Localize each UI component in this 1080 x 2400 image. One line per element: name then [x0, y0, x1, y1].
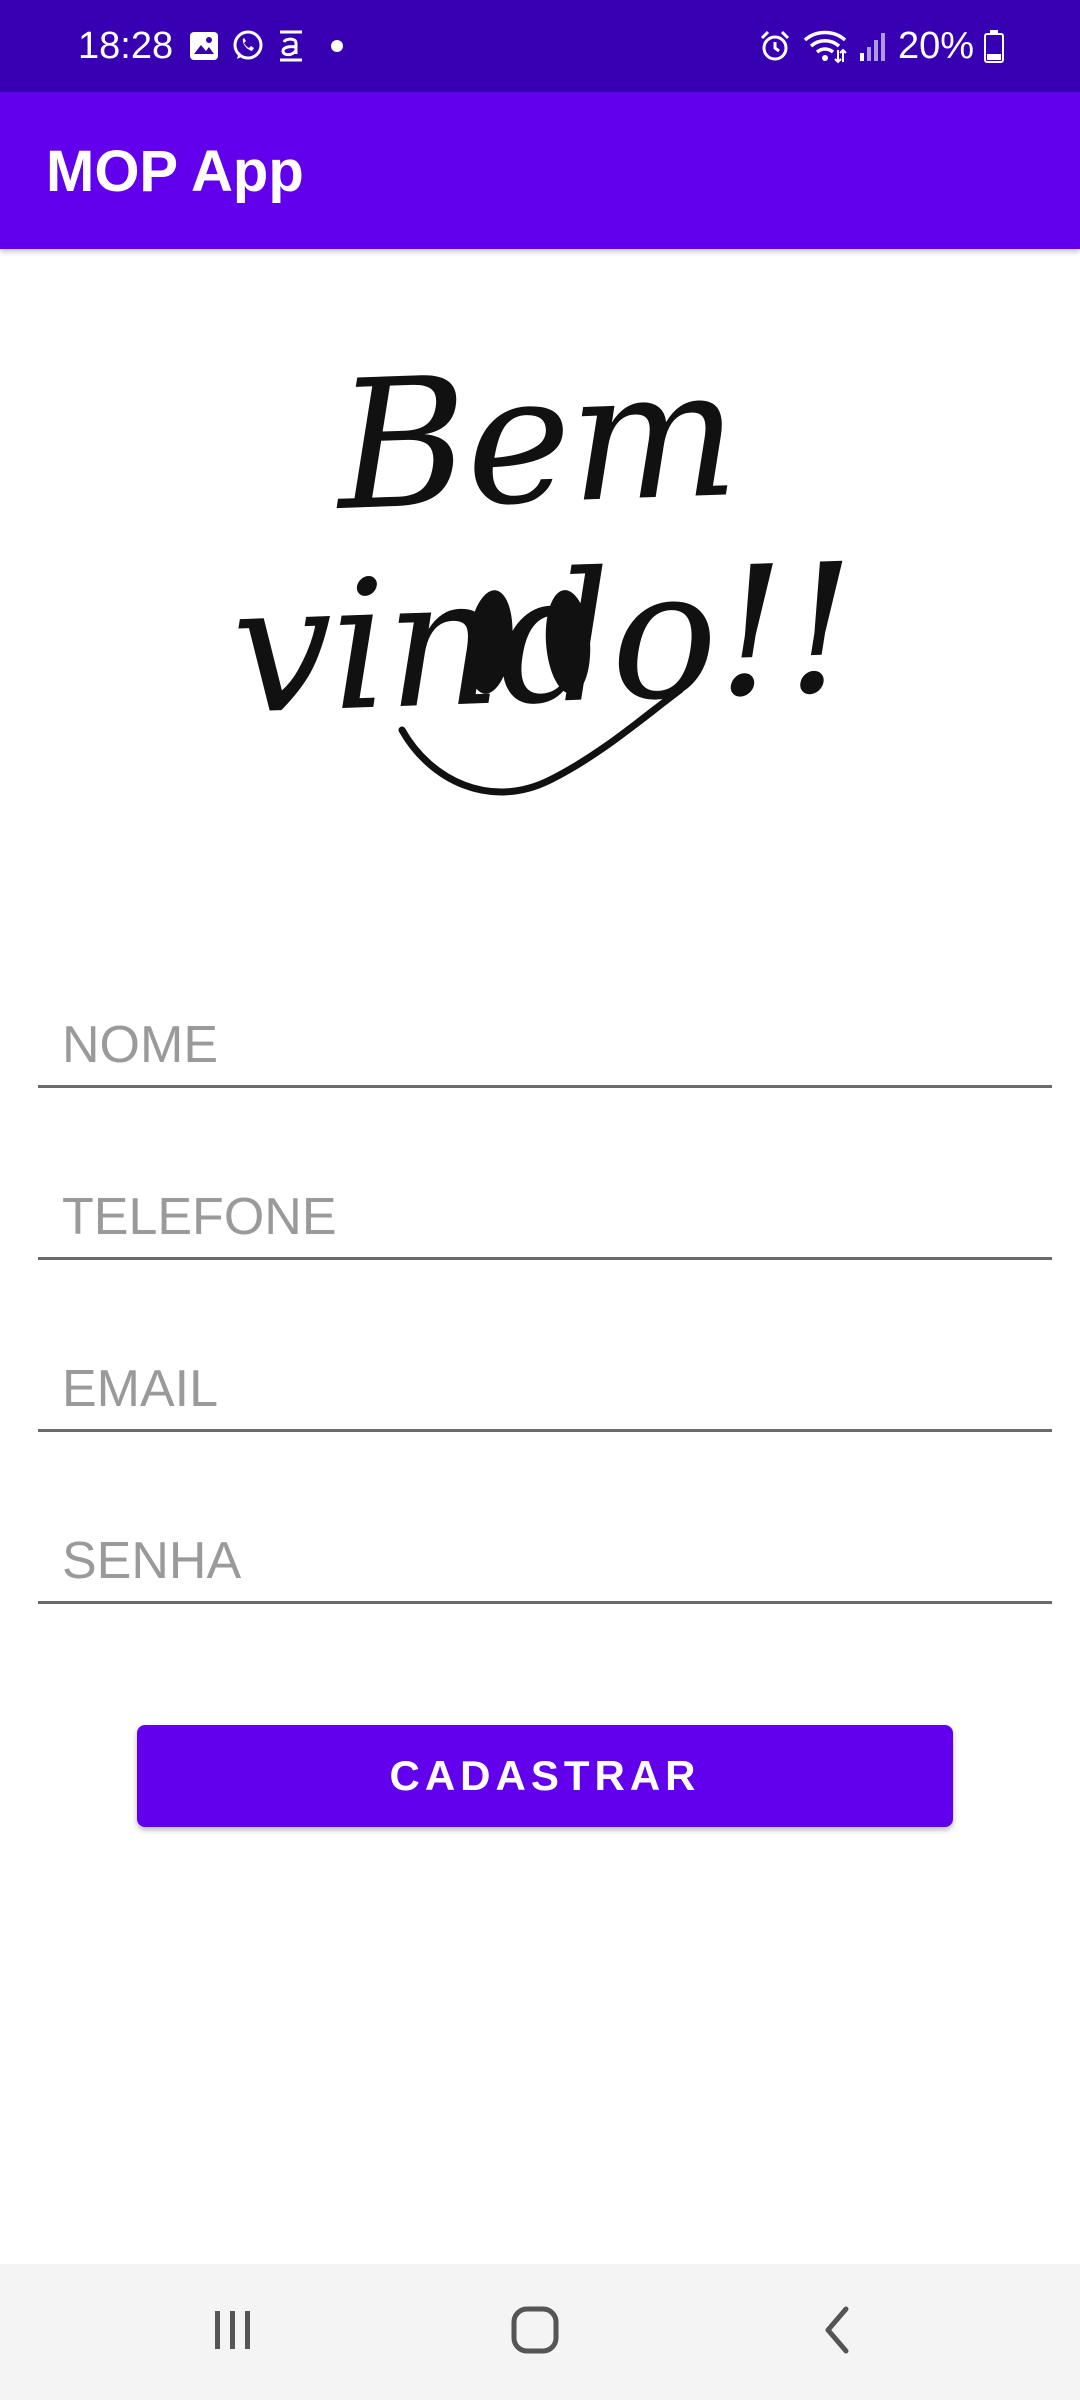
navigation-bar [0, 2264, 1080, 2400]
recent-apps-button[interactable] [183, 2292, 283, 2372]
app-title: MOP App [46, 139, 304, 204]
telefone-input[interactable] [38, 1177, 1052, 1257]
battery-icon [984, 29, 1004, 63]
email-input[interactable] [38, 1349, 1052, 1429]
notification-icons [188, 24, 344, 68]
gallery-icon [188, 30, 220, 62]
home-icon [509, 2304, 561, 2361]
cadastrar-button[interactable]: CADASTRAR [137, 1725, 953, 1827]
back-button[interactable] [788, 2292, 888, 2372]
status-time: 18:28 [78, 25, 174, 67]
whatsapp-icon [230, 28, 266, 64]
signal-icon [858, 29, 888, 63]
wifi-icon [802, 28, 848, 64]
email-field[interactable] [38, 1349, 1052, 1432]
app-bar: MOP App [0, 92, 1080, 249]
nome-input[interactable] [38, 1005, 1052, 1085]
home-button[interactable] [485, 2292, 585, 2372]
recent-apps-icon [209, 2307, 257, 2358]
back-icon [818, 2304, 858, 2361]
welcome-image: Bem vindo!! [100, 329, 980, 820]
senha-input[interactable] [38, 1521, 1052, 1601]
dot-icon [330, 39, 344, 53]
smiley-face-icon [380, 590, 700, 815]
system-icons: 20% [758, 22, 1004, 70]
status-bar: 18:28 20% [0, 0, 1080, 92]
alarm-icon [758, 29, 792, 63]
senha-field[interactable] [38, 1521, 1052, 1604]
telefone-field[interactable] [38, 1177, 1052, 1260]
nome-field[interactable] [38, 1005, 1052, 1088]
battery-percent: 20% [897, 25, 974, 67]
amazon-icon [276, 28, 306, 64]
